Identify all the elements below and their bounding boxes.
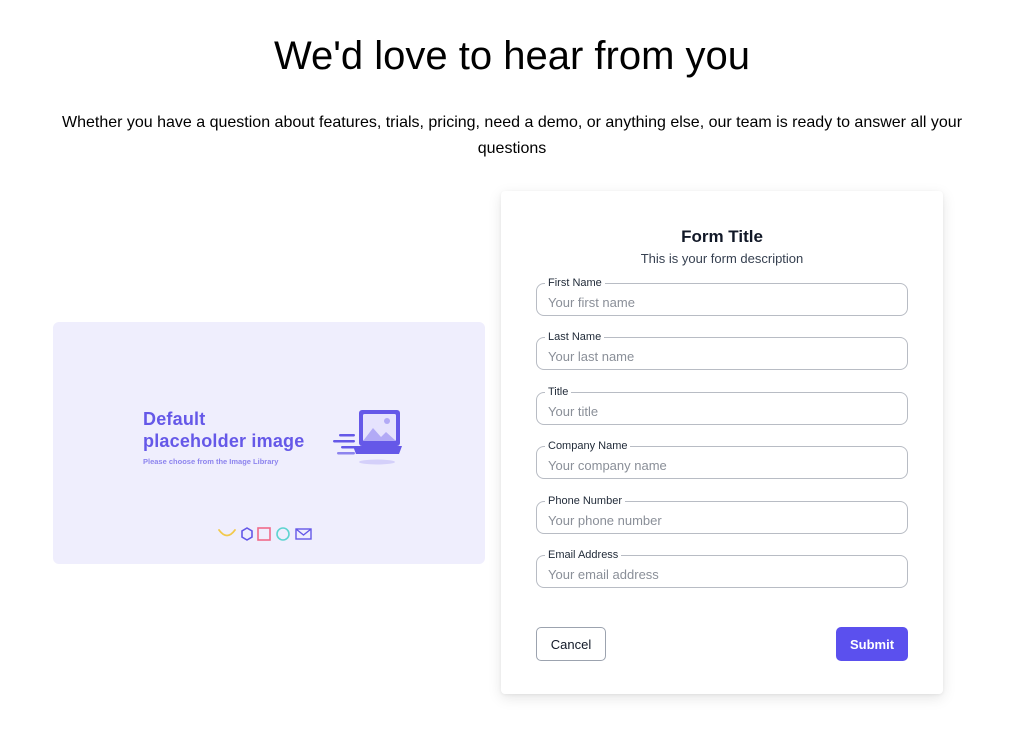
laptop-image-icon — [333, 410, 402, 465]
placeholder-heading: Default placeholder image — [143, 408, 304, 452]
placeholder-image: Default placeholder image Please choose … — [53, 322, 485, 564]
title-input[interactable] — [537, 393, 907, 424]
first-name-field: First Name — [536, 277, 908, 316]
form-title: Form Title — [681, 227, 763, 246]
first-name-label: First Name — [545, 277, 605, 289]
square-icon — [257, 527, 271, 541]
email-address-label: Email Address — [545, 549, 622, 561]
placeholder-caption: Please choose from the Image Library — [143, 457, 279, 466]
last-name-label: Last Name — [545, 331, 605, 343]
contact-page: We'd love to hear from you Whether you h… — [0, 0, 1024, 729]
phone-number-field: Phone Number — [536, 495, 908, 534]
submit-button[interactable]: Submit — [836, 627, 908, 661]
form-description: This is your form description — [640, 251, 804, 266]
page-title: We'd love to hear from you — [273, 34, 750, 78]
placeholder-heading-line1: Default — [143, 409, 206, 429]
contact-form: Form Title This is your form description… — [501, 191, 943, 694]
title-field: Title — [536, 386, 908, 425]
hexagon-icon — [241, 527, 253, 541]
company-name-field: Company Name — [536, 440, 908, 479]
placeholder-heading-line2: placeholder image — [143, 431, 305, 451]
last-name-field: Last Name — [536, 331, 908, 370]
cancel-button[interactable]: Cancel — [536, 627, 606, 661]
phone-number-label: Phone Number — [545, 495, 625, 507]
email-address-field: Email Address — [536, 549, 908, 588]
smile-shape-icon — [218, 529, 236, 537]
shape-icons — [218, 527, 312, 541]
circle-icon — [276, 527, 290, 541]
company-name-label: Company Name — [545, 440, 631, 452]
envelope-icon — [295, 528, 312, 540]
title-label: Title — [545, 386, 572, 398]
page-subtitle: Whether you have a question about featur… — [61, 114, 963, 157]
